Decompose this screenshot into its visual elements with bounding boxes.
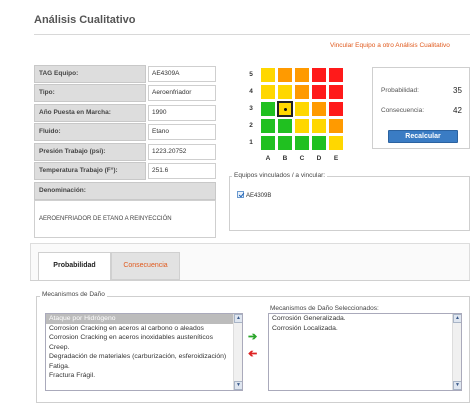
matrix-cell-2B[interactable] [277,118,293,134]
selected-marker-icon [284,108,287,111]
scroll-down-icon[interactable]: ▼ [453,381,461,390]
title-divider [34,34,470,35]
list-item[interactable]: Corrosion Cracking en aceros inoxidables… [46,333,234,343]
matrix-y-label: 1 [249,139,253,146]
matrix-cell-5A[interactable] [260,67,276,83]
scroll-up-icon[interactable]: ▲ [234,314,242,323]
selected-mechanisms-list[interactable]: Corrosión Generalizada. Corrosión Locali… [268,313,462,391]
matrix-y-label: 3 [249,105,253,112]
linked-equipment-label: AE4309B [246,193,272,199]
info-row-presion: Presión Trabajo (psi): 1223.20752 [34,143,216,161]
matrix-cell-3C[interactable] [294,101,310,117]
tag-equipo-field[interactable]: AE4309A [148,66,216,82]
temperatura-field[interactable]: 251.6 [148,163,216,179]
list-item[interactable]: Corrosión Generalizada. [269,314,461,324]
consecuencia-value: 42 [453,106,462,115]
matrix-cell-1C[interactable] [294,135,310,151]
matrix-x-label: B [282,155,288,162]
list-item[interactable]: Fractura Frágil. [46,371,234,381]
scrollbar[interactable]: ▲ ▼ [233,314,242,390]
info-label: Temperatura Trabajo (F°): [34,162,146,180]
consecuencia-label: Consecuencia: [381,107,424,114]
matrix-cell-3E[interactable] [328,101,344,117]
matrix-cell-1E[interactable] [328,135,344,151]
scroll-up-icon[interactable]: ▲ [453,314,461,323]
list-item[interactable]: Creep. [46,343,234,353]
matrix-y-label: 2 [249,122,253,129]
matrix-cell-5E[interactable] [328,67,344,83]
available-mechanisms-list[interactable]: Ataque por Hidrógeno Corrosion Cracking … [45,313,243,391]
matrix-cell-2E[interactable] [328,118,344,134]
matrix-x-label: C [299,155,305,162]
page-title: Análisis Cualitativo [34,14,136,26]
matrix-x-label: A [265,155,271,162]
info-row-fluido: Fluido: Etano [34,123,216,141]
presion-field[interactable]: 1223.20752 [148,144,216,160]
denominacion-label: Denominación: [34,182,216,200]
linked-equipment-item[interactable]: AE4309B [237,191,271,199]
matrix-cell-5D[interactable] [311,67,327,83]
probabilidad-label: Probabilidad: [381,87,419,94]
remove-mechanism-arrow-icon[interactable]: ➔ [248,347,257,360]
score-panel: Probabilidad: 35 Consecuencia: 42 Recalc… [372,67,470,149]
matrix-cell-1B[interactable] [277,135,293,151]
matrix-cell-5B[interactable] [277,67,293,83]
scroll-down-icon[interactable]: ▼ [234,381,242,390]
mechanisms-legend: Mecanismos de Daño [40,291,107,298]
denominacion-field[interactable]: AEROENFRIADOR DE ETANO A REINYECCIÓN [34,200,216,238]
info-label: Fluido: [34,123,146,141]
matrix-cell-4B[interactable] [277,84,293,100]
matrix-cell-3B[interactable] [277,101,293,117]
recalcular-button[interactable]: Recalcular [388,130,458,143]
matrix-cell-2A[interactable] [260,118,276,134]
tipo-field[interactable]: Aeroenfriador [148,85,216,101]
info-label: Tipo: [34,84,146,102]
info-label: Presión Trabajo (psi): [34,143,146,161]
info-label: TAG Equipo: [34,65,146,83]
fluido-field[interactable]: Etano [148,124,216,140]
linked-equipment-box: AE4309B [229,176,470,231]
matrix-y-label: 5 [249,71,253,78]
matrix-y-label: 4 [249,88,253,95]
list-item[interactable]: Fatiga. [46,362,234,372]
list-item[interactable]: Ataque por Hidrógeno [46,314,234,324]
matrix-cell-4D[interactable] [311,84,327,100]
matrix-x-label: E [333,155,339,162]
matrix-cell-1A[interactable] [260,135,276,151]
matrix-cell-4C[interactable] [294,84,310,100]
info-row-tipo: Tipo: Aeroenfriador [34,84,216,102]
matrix-cell-1D[interactable] [311,135,327,151]
matrix-cell-2D[interactable] [311,118,327,134]
list-item[interactable]: Corrosión Localizada. [269,324,461,334]
add-mechanism-arrow-icon[interactable]: ➔ [248,330,257,343]
matrix-cell-4A[interactable] [260,84,276,100]
tab-consecuencia[interactable]: Consecuencia [111,252,180,280]
matrix-cell-4E[interactable] [328,84,344,100]
selected-mechanisms-label: Mecanismos de Daño Seleccionados: [270,305,379,312]
info-row-tag: TAG Equipo: AE4309A [34,65,216,83]
list-item[interactable]: Degradación de materiales (carburización… [46,352,234,362]
matrix-cell-5C[interactable] [294,67,310,83]
vincular-equipo-link[interactable]: Vincular Equipo a otro Análisis Cualitat… [330,42,450,49]
info-row-temperatura: Temperatura Trabajo (F°): 251.6 [34,162,216,180]
linked-equipment-legend: Equipos vinculados / a vincular: [232,172,328,179]
info-row-anio: Año Puesta en Marcha: 1990 [34,104,216,122]
checkbox-checked-icon[interactable] [237,191,244,198]
anio-puesta-field[interactable]: 1990 [148,105,216,121]
matrix-cell-3D[interactable] [311,101,327,117]
matrix-cell-2C[interactable] [294,118,310,134]
tab-probabilidad[interactable]: Probabilidad [38,252,111,280]
matrix-cell-3A[interactable] [260,101,276,117]
info-label: Año Puesta en Marcha: [34,104,146,122]
list-item[interactable] [46,381,234,391]
matrix-x-label: D [316,155,322,162]
scrollbar[interactable]: ▲ ▼ [452,314,461,390]
probabilidad-value: 35 [453,86,462,95]
list-item[interactable]: Corrosion Cracking en aceros al carbono … [46,324,234,334]
